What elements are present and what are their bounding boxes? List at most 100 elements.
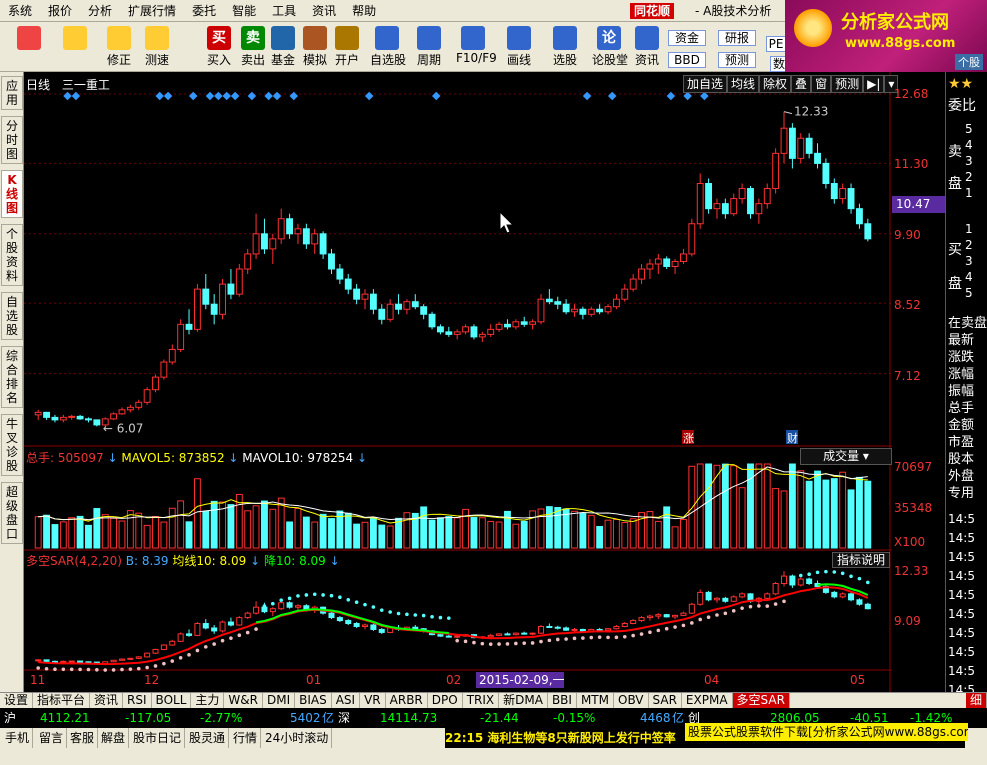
toolbar-button[interactable]: 自选股 [370, 24, 406, 70]
volume-bar [101, 514, 109, 549]
indicator-tab[interactable]: BOLL [152, 693, 192, 708]
star-icon[interactable]: ★★ [948, 76, 973, 92]
indicator-tab[interactable]: DMI [263, 693, 296, 708]
toolbar-button[interactable]: F10/F9 [456, 24, 497, 70]
research-report-button[interactable]: 研报 [718, 30, 756, 46]
candle-body [621, 288, 629, 300]
status-analysis[interactable]: 解盘 [98, 728, 130, 748]
indicator-tab[interactable]: 资讯 [90, 693, 124, 708]
sar-candle-body [412, 626, 419, 630]
signal-diamond [683, 91, 692, 101]
left-tab[interactable]: K线图 [1, 170, 23, 218]
status-gulingtong[interactable]: 股灵通 [186, 728, 230, 748]
indicator-tab[interactable]: OBV [614, 693, 649, 708]
indicator-tab[interactable]: VR [360, 693, 386, 708]
indicator-tab[interactable]: 新DMA [499, 693, 548, 708]
toolbar-button[interactable]: 画线 [502, 24, 536, 70]
left-tab[interactable]: 个股资料 [1, 224, 23, 286]
indicator-tab[interactable]: 指标平台 [33, 693, 91, 708]
menu-smart[interactable]: 智能 [224, 0, 264, 22]
toolbar-button[interactable]: 卖卖出 [236, 24, 270, 70]
indicator-tab[interactable]: W&R [224, 693, 263, 708]
ex-rights-button[interactable]: 除权 [759, 75, 792, 93]
indicator-tab[interactable]: MTM [577, 693, 614, 708]
sar-candle-body [253, 606, 260, 614]
indicator-tab[interactable]: RSI [123, 693, 152, 708]
kline-chart-svg[interactable]: 12.33 ← 6.07 涨 财 11 12 01 02 04 05 2015-02-09,一 [24, 72, 894, 692]
chart-area[interactable]: 12.33 ← 6.07 涨 财 11 12 01 02 04 05 2015-02-09,一 [24, 72, 894, 692]
left-tab[interactable]: 牛叉诊股 [1, 414, 23, 476]
menu-trade[interactable]: 委托 [184, 0, 224, 22]
sar-dot [664, 626, 669, 631]
pe-button[interactable]: PE [766, 36, 786, 52]
volume-bar [269, 508, 277, 549]
expand-icon[interactable]: ▶| [863, 75, 885, 93]
window-button[interactable]: 窗 [811, 75, 832, 93]
indicator-tab[interactable]: BBI [548, 693, 577, 708]
date-cursor-label: 2015-02-09,一 [479, 673, 565, 687]
forecast-toolbar-button[interactable]: 预测 [718, 52, 756, 68]
menu-system[interactable]: 系统 [0, 0, 40, 22]
indicator-tab[interactable]: ASI [332, 693, 361, 708]
menu-extended-quote[interactable]: 扩展行情 [120, 0, 184, 22]
status-mobile[interactable]: 手机 [2, 728, 34, 748]
left-tab[interactable]: 应用 [1, 76, 23, 110]
detail-tab[interactable]: 细 [965, 693, 987, 708]
indicator-tab[interactable]: DPO [428, 693, 463, 708]
toolbar-button[interactable]: 论论股堂 [592, 24, 628, 70]
indicator-tab[interactable]: 设置 [0, 693, 34, 708]
menu-analysis[interactable]: 分析 [80, 0, 120, 22]
indicator-explain-button[interactable]: 指标说明 [832, 552, 890, 568]
volume-bar [445, 516, 453, 549]
left-tab[interactable]: 自选股 [1, 292, 23, 340]
menu-quote[interactable]: 报价 [40, 0, 80, 22]
indicator-tab[interactable]: ARBR [386, 693, 428, 708]
toolbar-button[interactable]: 周期 [412, 24, 446, 70]
indicator-tab[interactable]: BIAS [295, 693, 332, 708]
candle-body [478, 333, 486, 338]
toolbar-button[interactable]: 模拟 [298, 24, 332, 70]
indicator-tab[interactable]: 多空SAR [732, 693, 790, 708]
indicator-tab[interactable]: 主力 [191, 693, 225, 708]
forecast-button[interactable]: 预测 [831, 75, 864, 93]
toolbar-button[interactable]: 选股 [548, 24, 582, 70]
sar-dot [61, 667, 66, 672]
toolbar-button[interactable]: 资讯 [630, 24, 664, 70]
left-tab[interactable]: 分时图 [1, 116, 23, 164]
toolbar-button[interactable]: 开户 [330, 24, 364, 70]
sar-scale: 9.09 [894, 614, 921, 628]
status-24h-rolling[interactable]: 24小时滚动 [262, 728, 333, 748]
status-quote[interactable]: 行情 [230, 728, 262, 748]
menu-news[interactable]: 资讯 [304, 0, 344, 22]
sar-dot [95, 667, 99, 672]
left-tab[interactable]: 综合排名 [1, 346, 23, 408]
volume-bar [755, 463, 763, 549]
period-label: 日线 [26, 78, 51, 92]
cai-marker-text: 财 [787, 431, 798, 445]
stock-tab[interactable]: 个股 [955, 54, 983, 70]
indicator-tab[interactable]: SAR [649, 693, 682, 708]
indicator-tab[interactable]: TRIX [463, 693, 500, 708]
bbd-button[interactable]: BBD [668, 52, 706, 68]
volume-selector[interactable]: 成交量 ▾ [800, 448, 892, 465]
status-diary[interactable]: 股市日记 [130, 728, 186, 748]
toolbar-button[interactable]: 买买入 [202, 24, 236, 70]
overlay-button[interactable]: 叠 [791, 75, 812, 93]
toolbar-button[interactable] [58, 24, 92, 70]
ad-banner[interactable]: 股票公式股票软件下载[分析家公式网www.88gs.com] [685, 723, 968, 741]
candle-body [747, 188, 754, 215]
add-watchlist-button[interactable]: 加自选 [683, 75, 728, 93]
fund-flow-button[interactable]: 资金 [668, 30, 706, 46]
indicator-tab[interactable]: EXPMA [682, 693, 733, 708]
toolbar-button[interactable]: 基金 [266, 24, 300, 70]
toolbar-button[interactable]: 测速 [140, 24, 174, 70]
menu-help[interactable]: 帮助 [344, 0, 384, 22]
left-tab[interactable]: 超级盘口 [1, 482, 23, 544]
status-message[interactable]: 留言 [36, 728, 68, 748]
ma-button[interactable]: 均线 [727, 75, 760, 93]
menu-tools[interactable]: 工具 [264, 0, 304, 22]
status-service[interactable]: 客服 [67, 728, 99, 748]
toolbar-button[interactable]: 修正 [102, 24, 136, 70]
candle-body [353, 288, 361, 300]
toolbar-button[interactable] [12, 24, 46, 70]
